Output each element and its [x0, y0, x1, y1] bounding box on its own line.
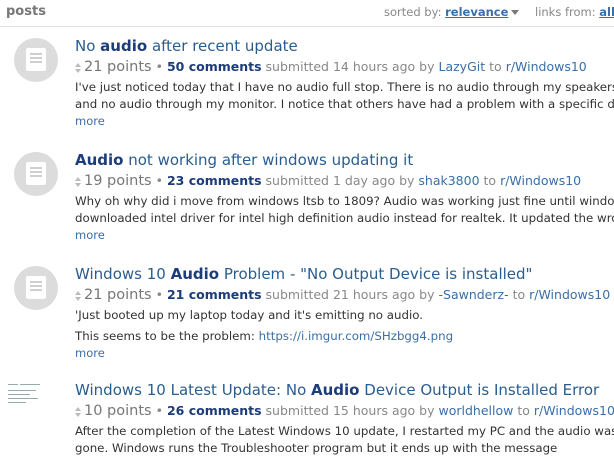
result-snippet: I've just noticed today that I have no a…	[75, 80, 614, 111]
subreddit-link[interactable]: r/Windows10	[506, 59, 587, 74]
result-snippet: 'Just booted up my laptop today and it's…	[75, 308, 454, 343]
result-title[interactable]: Audio not working after windows updating…	[75, 150, 614, 170]
to-text: to	[483, 173, 497, 188]
to-text: to	[489, 59, 502, 74]
posts-heading: posts	[6, 4, 46, 19]
submitted-text: submitted 14 hours ago by	[265, 59, 435, 74]
to-text: to	[517, 403, 530, 418]
result-meta: 10 points • 26 comments submitted 15 hours…	[75, 402, 614, 420]
comments-link[interactable]: 21 comments	[167, 287, 262, 302]
points: 19 points	[84, 173, 152, 189]
result-meta: 21 points • 21 comments submitted 21 hours…	[75, 286, 614, 304]
self-post-thumbnail-icon[interactable]	[14, 266, 58, 310]
submitted-text: submitted 21 hours ago by	[265, 287, 435, 302]
search-results-header: posts sorted by: relevance links from: a…	[0, 0, 614, 27]
more-link[interactable]: more	[75, 228, 614, 242]
points: 21 points	[84, 59, 152, 75]
time-filter-dropdown[interactable]: all t	[599, 5, 614, 19]
subreddit-link[interactable]: r/Windows10	[529, 287, 610, 302]
subreddit-link[interactable]: r/Windows10	[534, 403, 614, 418]
result-snippet: Why oh why did i move from windows ltsb …	[75, 194, 614, 225]
points: 10 points	[84, 403, 152, 419]
result-title[interactable]: No audio after recent update	[75, 36, 614, 56]
more-link[interactable]: more	[75, 114, 614, 128]
comments-link[interactable]: 23 comments	[167, 173, 262, 188]
points: 21 points	[84, 287, 152, 303]
submitted-text: submitted 1 day ago by	[265, 173, 415, 188]
submitted-text: submitted 15 hours ago by	[265, 403, 435, 418]
result-snippet: After the completion of the Latest Windo…	[75, 424, 614, 455]
subreddit-link[interactable]: r/Windows10	[500, 173, 581, 188]
self-post-thumbnail-icon[interactable]	[14, 152, 58, 196]
author-link[interactable]: worldhellow	[439, 403, 514, 418]
result-title[interactable]: Windows 10 Audio Problem - "No Output De…	[75, 264, 614, 284]
author-link[interactable]: shak3800	[418, 173, 479, 188]
author-link[interactable]: LazyGit	[439, 59, 486, 74]
self-post-thumbnail-icon[interactable]	[14, 38, 58, 82]
more-link[interactable]: more	[75, 346, 614, 360]
link-thumbnail-image[interactable]	[6, 380, 58, 420]
time-filter-label: links from:	[535, 5, 596, 19]
result-meta: 21 points • 50 comments submitted 14 hours…	[75, 58, 614, 76]
result-title[interactable]: Windows 10 Latest Update: No Audio Devic…	[75, 380, 614, 400]
to-text: to	[512, 287, 526, 302]
score-icon	[75, 290, 81, 301]
score-icon	[75, 406, 81, 417]
sort-label: sorted by:	[384, 5, 442, 19]
comments-link[interactable]: 50 comments	[167, 59, 262, 74]
sort-dropdown[interactable]: relevance	[445, 5, 508, 19]
sort-control[interactable]: sorted by: relevance	[384, 5, 520, 19]
score-icon	[75, 62, 81, 73]
author-link[interactable]: -Sawnderz-	[439, 287, 509, 302]
comments-link[interactable]: 26 comments	[167, 403, 262, 418]
score-icon	[75, 176, 81, 187]
snippet-link[interactable]: https://i.imgur.com/SHzbgg4.png	[259, 329, 453, 343]
time-filter[interactable]: links from: all t	[535, 5, 614, 19]
result-meta: 19 points • 23 comments submitted 1 day ag…	[75, 172, 614, 190]
chevron-down-icon[interactable]	[511, 10, 520, 15]
